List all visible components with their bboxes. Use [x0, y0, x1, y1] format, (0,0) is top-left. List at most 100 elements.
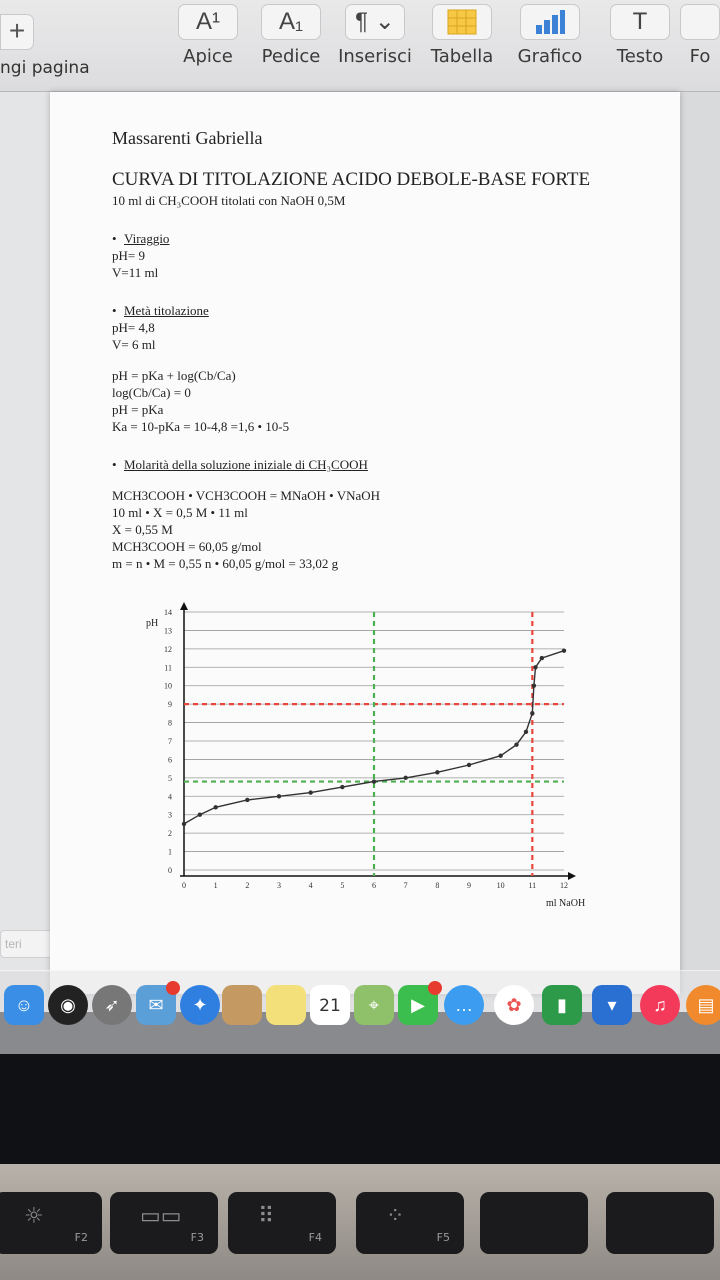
- document-page[interactable]: Massarenti Gabriella CURVA DI TITOLAZION…: [50, 92, 680, 994]
- text-button[interactable]: T Testo: [600, 4, 680, 67]
- data-point: [276, 794, 282, 799]
- viraggio-heading: • Viraggio: [112, 231, 170, 246]
- x-tick-label: 4: [309, 881, 313, 890]
- document-subtitle: 10 ml di CH₃COOH titolati con NaOH 0,5M: [112, 193, 346, 208]
- numbers-icon[interactable]: ▮: [542, 985, 582, 1025]
- y-tick-label: 4: [168, 792, 172, 801]
- chart-button[interactable]: Grafico: [510, 4, 590, 67]
- y-tick-label: 11: [164, 663, 172, 672]
- launchpad-key-icon: ⠿: [258, 1204, 275, 1229]
- y-tick-label: 7: [168, 737, 172, 746]
- data-point: [213, 805, 218, 810]
- y-tick-label: 13: [164, 626, 172, 635]
- viraggio-volume: V=11 ml: [112, 265, 159, 280]
- data-point: [181, 821, 187, 827]
- x-tick-label: 3: [277, 881, 281, 890]
- x-tick-label: 8: [435, 881, 439, 890]
- add-page-button[interactable]: +: [0, 14, 34, 50]
- data-point: [498, 753, 503, 758]
- data-point: [530, 711, 535, 716]
- f4-key[interactable]: ⠿ F4: [228, 1192, 336, 1254]
- messages-icon[interactable]: …: [444, 985, 484, 1025]
- stickies-icon[interactable]: [266, 985, 306, 1025]
- superscript-button[interactable]: A¹ Apice: [168, 4, 248, 67]
- insert-button[interactable]: ¶ ⌄ Inserisci: [335, 4, 415, 67]
- safari-icon[interactable]: ✦: [180, 985, 220, 1025]
- y-tick-label: 3: [168, 811, 172, 820]
- x-tick-label: 5: [340, 881, 344, 890]
- y-tick-label: 2: [168, 829, 172, 838]
- f6-key[interactable]: [480, 1192, 588, 1254]
- molarita-line: X = 0,55 M: [112, 522, 173, 537]
- f7-key[interactable]: [606, 1192, 714, 1254]
- y-tick-label: 5: [168, 774, 172, 783]
- meta-volume: V= 6 ml: [112, 337, 156, 352]
- titration-chart: 012345678910111213140 1 2 3 4 5 6 7 8 9 10 11 12pHml…: [146, 602, 585, 909]
- dock: ☺ ◉ ➶ ✉ ✦ 21 ⌖ ▶ … ✿ ▮ ▾ ♫ ▤: [0, 970, 720, 1054]
- f3-key[interactable]: ▭▭ F3: [110, 1192, 218, 1254]
- add-page-label: ngi pagina: [0, 58, 90, 78]
- data-point: [539, 655, 545, 661]
- molarita-line: 10 ml • X = 0,5 M • 11 ml: [112, 505, 248, 520]
- subscript-icon: A₁: [261, 4, 321, 40]
- insert-label: Inserisci: [338, 46, 412, 67]
- x-tick-label: 2: [245, 881, 249, 890]
- data-point: [466, 762, 472, 768]
- books-icon[interactable]: ▤: [686, 985, 720, 1025]
- x-tick-label: 11: [528, 881, 536, 890]
- y-tick-label: 12: [164, 645, 172, 654]
- y-axis-arrow: [180, 602, 188, 610]
- molarita-line: MCH3COOH = 60,05 g/mol: [112, 539, 262, 554]
- meta-ph: pH= 4,8: [112, 320, 155, 335]
- data-point: [523, 729, 529, 734]
- siri-icon[interactable]: ◉: [48, 985, 88, 1025]
- y-tick-label: 6: [168, 755, 172, 764]
- f5-key[interactable]: ⁘ F5: [356, 1192, 464, 1254]
- notes-icon[interactable]: [222, 985, 262, 1025]
- superscript-label: Apice: [183, 46, 233, 67]
- formula-line: log(Cb/Ca) = 0: [112, 385, 191, 400]
- data-point: [308, 790, 313, 795]
- photos-icon[interactable]: ✿: [494, 985, 534, 1025]
- data-point: [514, 742, 519, 747]
- x-tick-label: 12: [560, 881, 568, 890]
- formula-line: pH = pKa: [112, 402, 164, 417]
- molarita-heading: • Molarità della soluzione iniziale di CH…: [112, 457, 368, 472]
- keynote-icon[interactable]: ▾: [592, 985, 632, 1025]
- data-point: [340, 784, 345, 790]
- molarita-line: m = n • M = 0,55 n • 60,05 g/mol = 33,02…: [112, 556, 339, 571]
- table-button[interactable]: Tabella: [422, 4, 502, 67]
- x-axis-label: ml NaOH: [546, 898, 585, 909]
- superscript-icon: A¹: [178, 4, 238, 40]
- calendar-icon[interactable]: 21: [310, 985, 350, 1025]
- finder-icon[interactable]: ☺: [4, 985, 44, 1025]
- y-tick-label: 1: [168, 848, 172, 857]
- meta-titolazione-heading: • Metà titolazione: [112, 303, 209, 318]
- data-point: [403, 775, 408, 781]
- data-point: [371, 779, 377, 784]
- shape-button[interactable]: Fo: [680, 4, 720, 67]
- toolbar: + ngi pagina A¹ Apice A₁ Pedice ¶ ⌄ Inse…: [0, 0, 720, 92]
- subscript-button[interactable]: A₁ Pedice: [251, 4, 331, 67]
- f2-key[interactable]: ☼ F2: [0, 1192, 102, 1254]
- chart-icon: [520, 4, 580, 40]
- mail-icon[interactable]: ✉: [136, 981, 180, 1025]
- shape-label: Fo: [689, 46, 711, 67]
- chart-label: Grafico: [517, 46, 583, 67]
- y-tick-label: 8: [168, 719, 172, 728]
- x-tick-label: 10: [497, 881, 505, 890]
- data-point: [561, 648, 567, 653]
- text-label: Testo: [616, 46, 664, 67]
- facetime-icon[interactable]: ▶: [398, 981, 442, 1025]
- x-tick-label: 0: [182, 881, 186, 890]
- x-tick-label: 1: [214, 881, 218, 890]
- brightness-icon: ☼: [24, 1204, 44, 1229]
- data-point: [197, 812, 203, 817]
- music-icon[interactable]: ♫: [640, 985, 680, 1025]
- page-thumbnails-sidebar[interactable]: [0, 92, 50, 972]
- data-point: [531, 683, 537, 688]
- document-body: Massarenti Gabriella CURVA DI TITOLAZION…: [112, 128, 652, 572]
- maps-icon[interactable]: ⌖: [354, 985, 394, 1025]
- x-tick-label: 6: [372, 881, 376, 890]
- launchpad-icon[interactable]: ➶: [92, 985, 132, 1025]
